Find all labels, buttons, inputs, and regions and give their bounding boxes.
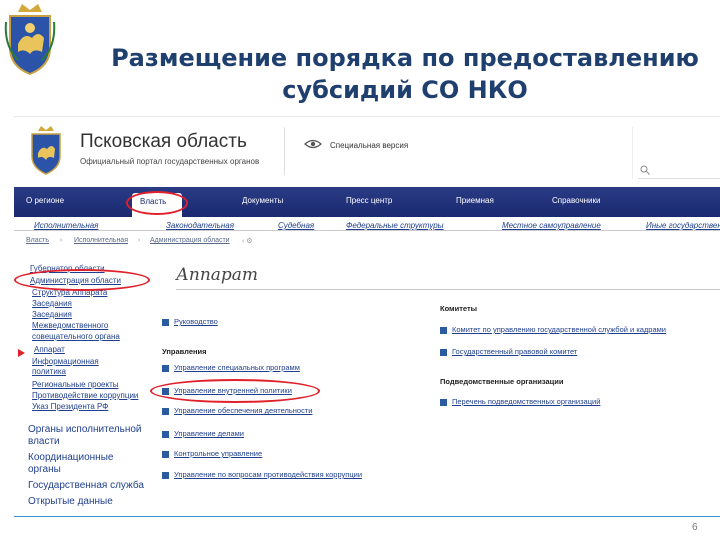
header-divider xyxy=(284,127,285,175)
site-subtitle: Официальный портал государственных орган… xyxy=(80,157,260,166)
site-name[interactable]: Псковская область xyxy=(80,131,247,153)
subnav-federal[interactable]: Федеральные структуры xyxy=(346,221,444,230)
region-emblem-icon xyxy=(31,126,61,175)
nav-item-region[interactable]: О регионе xyxy=(26,196,64,205)
nav-item-documents[interactable]: Документы xyxy=(242,196,283,205)
bullet-icon xyxy=(440,399,447,406)
header-divider-right xyxy=(632,127,633,179)
sidebar-item-executive-bodies-2[interactable]: власти xyxy=(28,437,60,447)
page-number: 6 xyxy=(692,522,698,533)
bullet-icon xyxy=(440,349,447,356)
breadcrumb-separator: › xyxy=(60,237,63,244)
slide: Размещение порядка по предоставлению суб… xyxy=(0,0,720,540)
nav-item-reference[interactable]: Справочники xyxy=(552,196,600,205)
sidebar-item-meetings[interactable]: Заседания xyxy=(32,299,72,309)
sidebar-item-anticorruption[interactable]: Противодействие коррупции xyxy=(32,391,138,401)
breadcrumb-separator: ‹ ⚙ xyxy=(242,238,253,245)
eye-icon[interactable] xyxy=(304,139,322,149)
link-special-programs[interactable]: Управление специальных программ xyxy=(174,363,300,372)
bullet-icon xyxy=(162,472,169,479)
link-affairs[interactable]: Управление делами xyxy=(174,429,244,438)
breadcrumb-item-administration[interactable]: Администрация области xyxy=(150,237,230,244)
subnav-other[interactable]: Иные государственные xyxy=(646,221,720,230)
footer-divider xyxy=(14,516,720,517)
search-input[interactable] xyxy=(638,163,720,179)
link-support[interactable]: Управление обеспечения деятельности xyxy=(174,406,312,415)
sidebar-item-apparat[interactable]: Аппарат xyxy=(34,345,65,355)
subnav-legislative[interactable]: Законодательная xyxy=(166,221,234,230)
link-anticorruption[interactable]: Управление по вопросам противодействия к… xyxy=(174,470,362,479)
subnav-judicial[interactable]: Судебная xyxy=(278,221,314,230)
sidebar-item-coordination-2[interactable]: органы xyxy=(28,465,61,475)
heading-divider xyxy=(176,289,720,290)
link-committee-legal[interactable]: Государственный правовой комитет xyxy=(452,347,577,356)
link-leadership[interactable]: Руководство xyxy=(174,317,218,326)
sidebar-item-info[interactable]: Информационная xyxy=(32,357,99,367)
arrow-pointer-icon xyxy=(18,349,25,357)
sidebar-item-regional-projects[interactable]: Региональные проекты xyxy=(32,380,119,390)
site-header: Псковская область Официальный портал гос… xyxy=(14,117,720,187)
section-label-departments: Управления xyxy=(162,347,207,356)
highlight-oval-internal-policy xyxy=(150,379,320,403)
sidebar-item-executive-bodies[interactable]: Органы исполнительной xyxy=(28,425,142,435)
highlight-oval-vlast xyxy=(126,191,188,215)
sidebar-item-open-data[interactable]: Открытые данные xyxy=(28,497,113,507)
subnav-executive[interactable]: Исполнительная xyxy=(34,221,98,230)
sidebar-item-policy[interactable]: политика xyxy=(32,367,66,377)
link-committee-hr[interactable]: Комитет по управлению государственной сл… xyxy=(452,325,666,334)
page-heading: Аппарат xyxy=(176,265,259,285)
special-version-link[interactable]: Специальная версия xyxy=(330,141,410,151)
section-label-committees: Комитеты xyxy=(440,304,478,313)
nav-item-reception[interactable]: Приемная xyxy=(456,196,494,205)
nav-item-press[interactable]: Пресс центр xyxy=(346,196,392,205)
subnav-local[interactable]: Местное самоуправление xyxy=(502,221,601,230)
link-subordinate-list[interactable]: Перечень подведомственных организаций xyxy=(452,397,600,406)
breadcrumb-item-executive[interactable]: Исполнительная xyxy=(74,237,128,244)
sidebar-item-decree[interactable]: Указ Президента РФ xyxy=(32,402,108,412)
sidebar-item-civil-service[interactable]: Государственная служба xyxy=(28,481,144,491)
section-label-subordinate: Подведомственные организации xyxy=(440,377,564,386)
search-icon[interactable] xyxy=(640,165,650,175)
bullet-icon xyxy=(162,451,169,458)
bullet-icon xyxy=(162,365,169,372)
slide-title-line2: субсидий СО НКО xyxy=(282,76,528,104)
coat-of-arms-icon xyxy=(4,4,56,76)
highlight-oval-administration xyxy=(14,269,150,291)
breadcrumb-item-vlast[interactable]: Власть xyxy=(26,237,49,244)
bullet-icon xyxy=(162,431,169,438)
slide-title-line1: Размещение порядка по предоставлению xyxy=(111,44,699,72)
sidebar-item-advisory[interactable]: совещательного органа xyxy=(32,332,120,342)
bullet-icon xyxy=(440,327,447,334)
bullet-icon xyxy=(162,319,169,326)
bullet-icon xyxy=(162,408,169,415)
breadcrumb-separator: › xyxy=(138,237,141,244)
sidebar-item-interagency[interactable]: Межведомственного xyxy=(32,321,108,331)
sidebar-item-coordination[interactable]: Координационные xyxy=(28,453,113,463)
website-screenshot: Псковская область Официальный портал гос… xyxy=(14,116,720,516)
slide-title: Размещение порядка по предоставлению суб… xyxy=(100,42,710,106)
link-control[interactable]: Контрольное управление xyxy=(174,449,262,458)
sidebar-item-meetings-2[interactable]: Заседания xyxy=(32,310,72,320)
